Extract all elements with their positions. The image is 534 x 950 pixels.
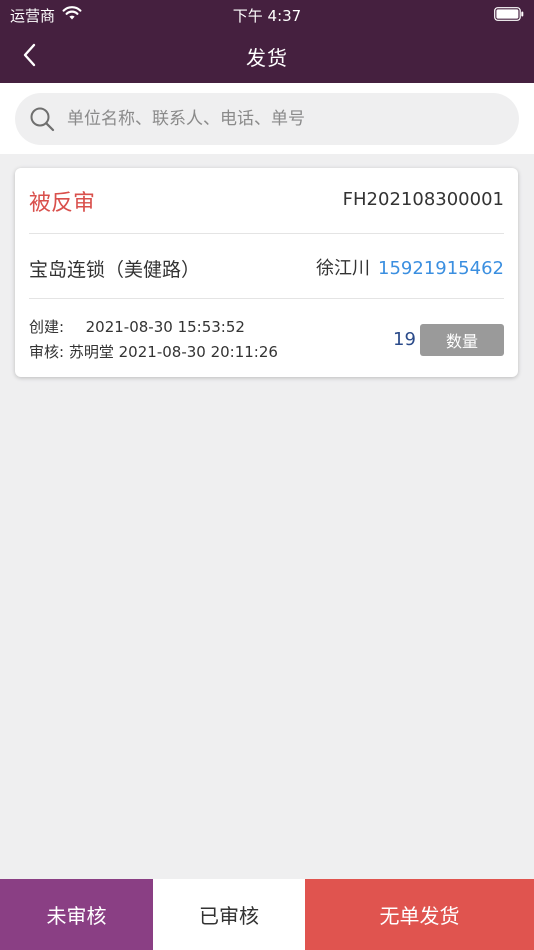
reviewed-time: 2021-08-30 20:11:26 [118, 343, 278, 361]
card-divider [29, 233, 504, 234]
reviewed-row: 审核: 苏明堂 2021-08-30 20:11:26 [29, 341, 278, 362]
tab-reviewed[interactable]: 已审核 [153, 879, 305, 950]
reviewer-name: 苏明堂 [68, 343, 114, 361]
quantity-button[interactable]: 数量 [420, 324, 504, 356]
search-icon [30, 107, 55, 132]
search-input[interactable] [67, 93, 507, 145]
customer-name: 宝岛连锁（美健路） [29, 259, 201, 281]
contact-name: 徐江川 [316, 258, 371, 279]
contact-info: 徐江川 15921915462 [316, 254, 504, 280]
created-row: 创建: 2021-08-30 15:53:52 [29, 316, 245, 337]
order-card[interactable]: 被反审 FH202108300001 宝岛连锁（美健路） 徐江川 1592191… [15, 168, 518, 377]
reviewed-label: 审核: [29, 343, 65, 361]
battery-icon [494, 7, 524, 21]
bottom-tab-bar: 未审核 已审核 无单发货 [0, 879, 534, 950]
quantity-value: 19 [393, 329, 416, 350]
search-bar [0, 83, 534, 154]
order-status: 被反审 [29, 191, 96, 216]
tab-unreviewed[interactable]: 未审核 [0, 879, 153, 950]
app-header: 运营商 下午 4:37 发货 [0, 0, 534, 83]
created-label: 创建: [29, 318, 65, 336]
created-time: 2021-08-30 15:53:52 [85, 318, 245, 336]
page-title: 发货 [246, 46, 288, 70]
status-time: 下午 4:37 [232, 7, 302, 25]
status-bar: 运营商 下午 4:37 [0, 0, 534, 28]
card-divider [29, 298, 504, 299]
contact-phone-link[interactable]: 15921915462 [378, 258, 504, 279]
no-order-ship-button[interactable]: 无单发货 [305, 879, 534, 950]
search-box[interactable] [15, 93, 519, 145]
order-number: FH202108300001 [342, 189, 504, 210]
